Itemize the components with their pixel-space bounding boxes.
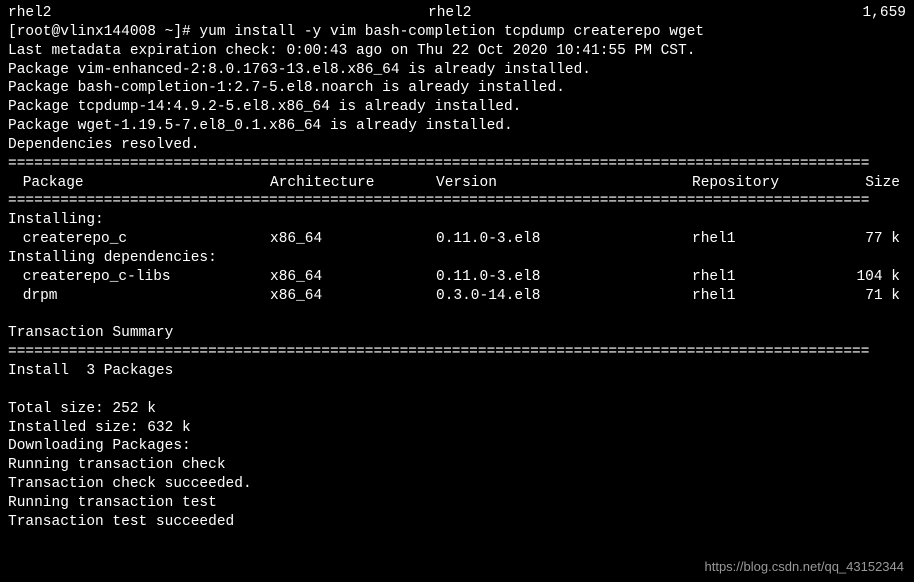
package-row: createrepo_c x86_64 0.11.0-3.el8 rhel1 7… [8, 230, 906, 249]
downloading-line: Downloading Packages: [8, 437, 906, 456]
header-repo: Repository [692, 174, 844, 193]
pkg-version: 0.3.0-14.el8 [436, 287, 692, 306]
pkg-arch: x86_64 [270, 268, 436, 287]
running-check-line: Running transaction check [8, 456, 906, 475]
repo-count: 1,659 [808, 4, 906, 23]
watermark-text: https://blog.csdn.net/qq_43152344 [705, 559, 905, 576]
installing-label: Installing: [8, 211, 906, 230]
installed-package-line: Package vim-enhanced-2:8.0.1763-13.el8.x… [8, 61, 906, 80]
pkg-version: 0.11.0-3.el8 [436, 268, 692, 287]
pkg-arch: x86_64 [270, 230, 436, 249]
installing-deps-label: Installing dependencies: [8, 249, 906, 268]
pkg-repo: rhel1 [692, 287, 844, 306]
pkg-repo: rhel1 [692, 230, 844, 249]
header-package: Package [8, 174, 270, 193]
running-test-line: Running transaction test [8, 494, 906, 513]
pkg-size: 77 k [844, 230, 906, 249]
check-succeeded-line: Transaction check succeeded. [8, 475, 906, 494]
pkg-arch: x86_64 [270, 287, 436, 306]
repo-name-1: rhel2 [8, 4, 428, 23]
metadata-check-line: Last metadata expiration check: 0:00:43 … [8, 42, 906, 61]
deps-resolved-line: Dependencies resolved. [8, 136, 906, 155]
pkg-version: 0.11.0-3.el8 [436, 230, 692, 249]
header-version: Version [436, 174, 692, 193]
package-row: createrepo_c-libs x86_64 0.11.0-3.el8 rh… [8, 268, 906, 287]
repo-name-2: rhel2 [428, 4, 808, 23]
header-arch: Architecture [270, 174, 436, 193]
divider-line: ========================================… [8, 343, 906, 362]
blank-line [8, 306, 906, 325]
pkg-name: createrepo_c [8, 230, 270, 249]
pkg-name: drpm [8, 287, 270, 306]
installed-package-line: Package tcpdump-14:4.9.2-5.el8.x86_64 is… [8, 98, 906, 117]
pkg-name: createrepo_c-libs [8, 268, 270, 287]
header-size: Size [844, 174, 906, 193]
divider-line: ========================================… [8, 155, 906, 174]
blank-line [8, 381, 906, 400]
install-count-line: Install 3 Packages [8, 362, 906, 381]
total-size-line: Total size: 252 k [8, 400, 906, 419]
pkg-size: 71 k [844, 287, 906, 306]
installed-package-line: Package bash-completion-1:2.7-5.el8.noar… [8, 79, 906, 98]
divider-line: ========================================… [8, 192, 906, 211]
installed-size-line: Installed size: 632 k [8, 419, 906, 438]
package-row: drpm x86_64 0.3.0-14.el8 rhel1 71 k [8, 287, 906, 306]
package-table-header: Package Architecture Version Repository … [8, 174, 906, 193]
pkg-repo: rhel1 [692, 268, 844, 287]
shell-prompt-line: [root@vlinx144008 ~]# yum install -y vim… [8, 23, 906, 42]
installed-package-line: Package wget-1.19.5-7.el8_0.1.x86_64 is … [8, 117, 906, 136]
pkg-size: 104 k [844, 268, 906, 287]
repo-summary-row: rhel2 rhel2 1,659 [8, 4, 906, 23]
test-succeeded-line: Transaction test succeeded [8, 513, 906, 532]
transaction-summary-label: Transaction Summary [8, 324, 906, 343]
